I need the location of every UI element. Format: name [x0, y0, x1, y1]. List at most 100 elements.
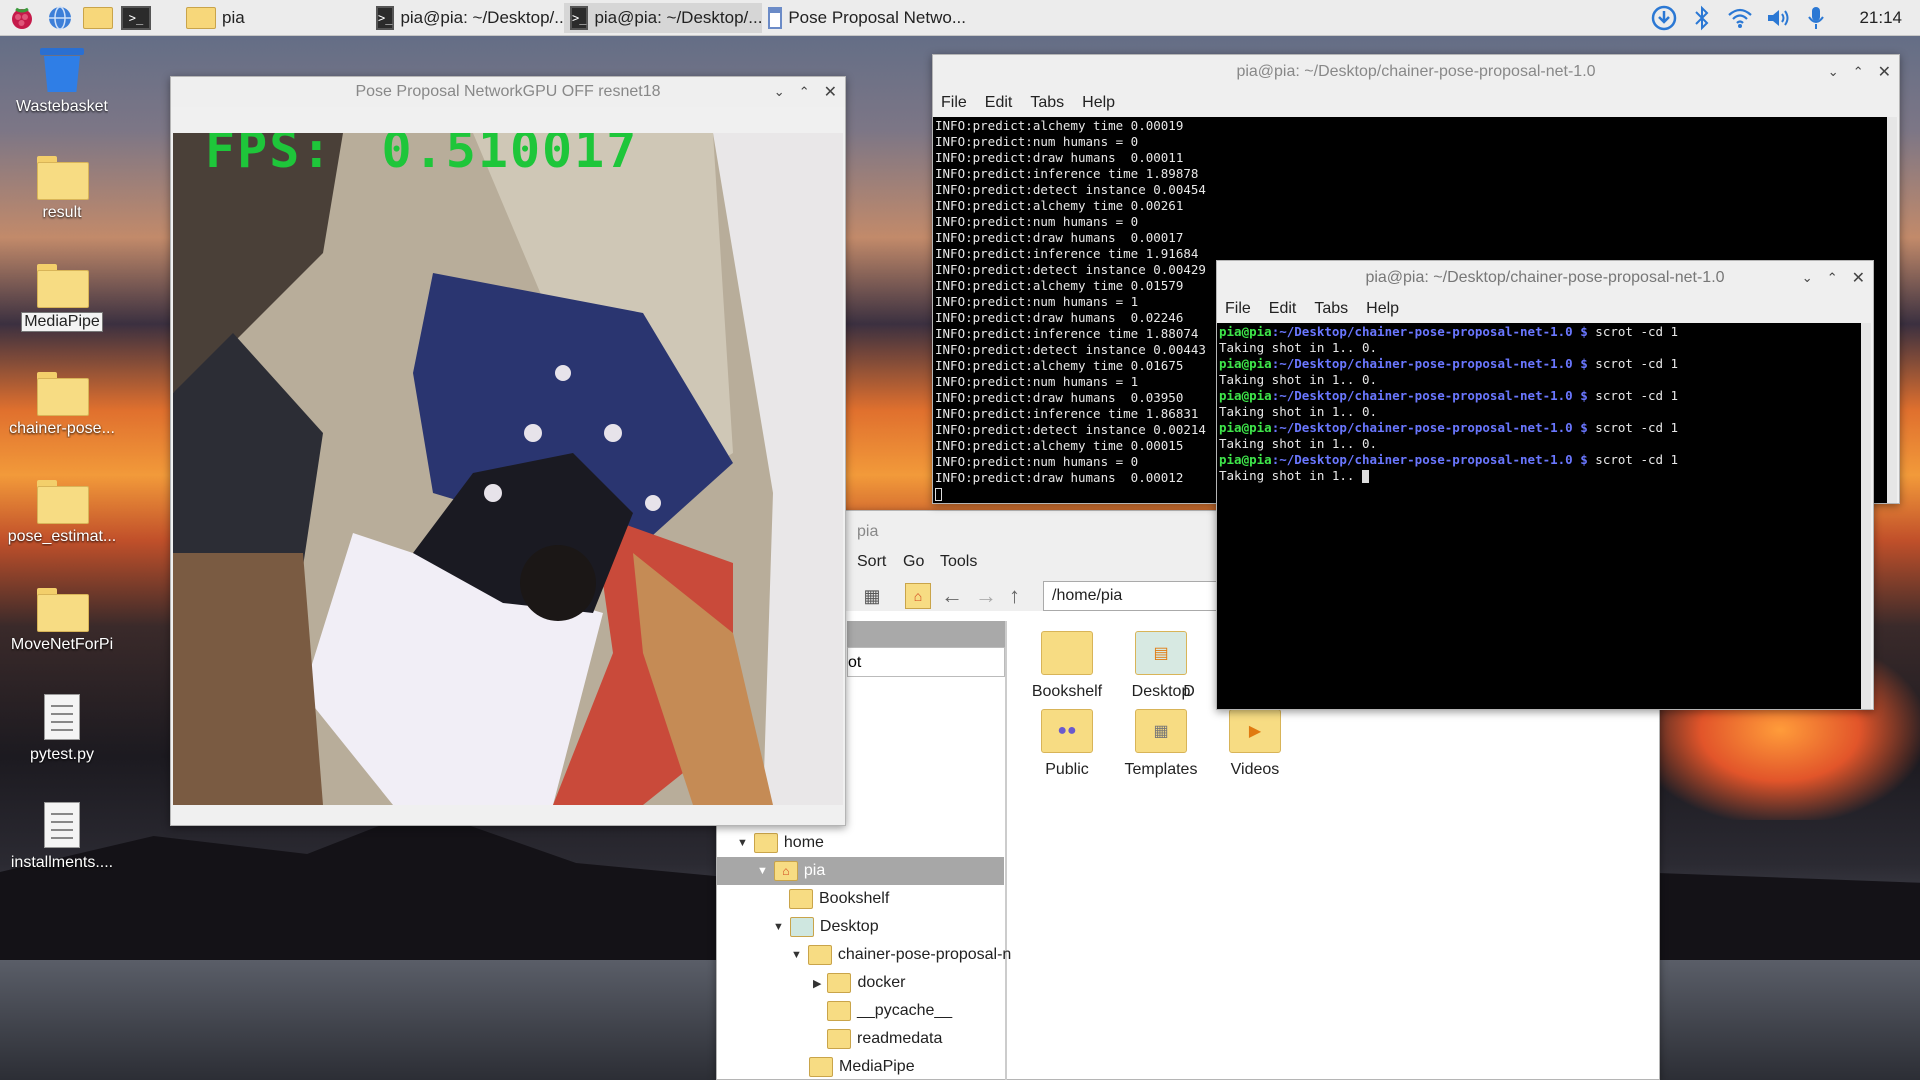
- window-titlebar[interactable]: pia@pia: ~/Desktop/chainer-pose-proposal…: [933, 55, 1899, 89]
- desktop-icon-movenetforpi[interactable]: MoveNetForPi: [0, 588, 127, 654]
- window-titlebar[interactable]: pia@pia: ~/Desktop/chainer-pose-proposal…: [1217, 261, 1873, 295]
- home-icon[interactable]: ⌂: [905, 583, 931, 609]
- maximize-icon[interactable]: ⌃: [799, 84, 810, 100]
- menu-file[interactable]: File: [1225, 300, 1251, 318]
- public-folder-icon: ●●: [1041, 709, 1093, 753]
- chevron-down-icon[interactable]: ▼: [757, 865, 768, 877]
- maximize-icon[interactable]: ⌃: [1853, 64, 1864, 80]
- file-item-partial[interactable]: D: [1169, 631, 1209, 701]
- web-browser-icon[interactable]: [44, 4, 76, 32]
- text-file-icon: [44, 802, 80, 848]
- file-item-templates[interactable]: ▦ Templates: [1113, 709, 1209, 779]
- chevron-down-icon[interactable]: ▼: [791, 949, 802, 961]
- menu-tabs[interactable]: Tabs: [1030, 94, 1064, 112]
- task-file-manager[interactable]: pia: [180, 3, 370, 33]
- minimize-icon[interactable]: ⌄: [1828, 64, 1839, 80]
- terminal-cursor: [1362, 470, 1369, 483]
- chevron-down-icon[interactable]: ▼: [737, 837, 748, 849]
- tree-item-label: home: [783, 834, 824, 851]
- desktop-icon-mediapipe[interactable]: MediaPipe: [0, 264, 127, 332]
- menu-tabs[interactable]: Tabs: [1314, 300, 1348, 318]
- tree-item-docker[interactable]: ▶ docker: [813, 969, 906, 997]
- pane-divider[interactable]: [1005, 621, 1007, 1080]
- tree-item-bookshelf[interactable]: Bookshelf: [789, 885, 889, 913]
- tree-item-readmedata[interactable]: readmedata: [827, 1025, 942, 1053]
- volume-icon[interactable]: [1765, 5, 1791, 31]
- prompt-user: pia@pia: [1219, 420, 1272, 435]
- file-item-label: Templates: [1124, 761, 1198, 778]
- menu-edit[interactable]: Edit: [1269, 300, 1297, 318]
- desktop-icon-pytest[interactable]: pytest.py: [0, 694, 127, 764]
- bluetooth-icon[interactable]: [1689, 5, 1715, 31]
- file-manager-title-fragment: pia: [857, 523, 879, 540]
- tree-item-pia[interactable]: ▼ ⌂ pia: [717, 857, 1004, 885]
- terminal-window-front: pia@pia: ~/Desktop/chainer-pose-proposal…: [1216, 260, 1874, 710]
- folder-icon: [37, 480, 89, 524]
- menu-tools[interactable]: Tools: [940, 553, 977, 571]
- terminal-output-line: Taking shot in 1.. 0.: [1219, 372, 1378, 387]
- task-terminal-2[interactable]: >_ pia@pia: ~/Desktop/...: [564, 2, 762, 33]
- file-item-label: Bookshelf: [1031, 683, 1103, 700]
- minimize-icon[interactable]: ⌄: [1802, 270, 1813, 286]
- scrollbar[interactable]: [1887, 117, 1897, 503]
- list-view-icon[interactable]: ▦: [859, 583, 885, 609]
- close-icon[interactable]: ✕: [824, 82, 837, 102]
- prompt-path: :~/Desktop/chainer-pose-proposal-net-1.0…: [1271, 388, 1588, 403]
- tree-item-label: chainer-pose-proposal-n: [837, 946, 1012, 963]
- scrollbar[interactable]: [1861, 323, 1871, 709]
- update-download-icon[interactable]: [1651, 5, 1677, 31]
- tree-item-pycache[interactable]: __pycache__: [827, 997, 952, 1025]
- menu-help[interactable]: Help: [1082, 94, 1115, 112]
- sidebar-entry[interactable]: ot: [847, 647, 1005, 677]
- close-icon[interactable]: ✕: [1852, 268, 1865, 288]
- tree-item-home[interactable]: ▼ home: [737, 829, 824, 857]
- file-item-bookshelf[interactable]: Bookshelf: [1019, 631, 1115, 701]
- raspberry-menu-icon[interactable]: [6, 4, 38, 32]
- desktop-icon-pose-estimation[interactable]: pose_estimat...: [0, 480, 127, 546]
- wifi-icon[interactable]: [1727, 5, 1753, 31]
- templates-folder-icon: ▦: [1135, 709, 1187, 753]
- maximize-icon[interactable]: ⌃: [1827, 270, 1838, 286]
- desktop-icon-chainer-pose[interactable]: chainer-pose...: [0, 372, 127, 438]
- folder-icon: [753, 833, 778, 853]
- back-arrow-icon[interactable]: ←: [941, 583, 963, 609]
- desktop-icon-result[interactable]: result: [0, 156, 127, 222]
- tree-item-chainer[interactable]: ▼ chainer-pose-proposal-n: [791, 941, 1011, 969]
- up-arrow-icon[interactable]: ↑: [1009, 583, 1020, 609]
- desktop-icon-installments[interactable]: installments....: [0, 802, 127, 872]
- task-terminal-1[interactable]: >_ pia@pia: ~/Desktop/...: [370, 3, 564, 33]
- file-manager-launcher-icon[interactable]: [82, 4, 114, 32]
- window-titlebar[interactable]: Pose Proposal NetworkGPU OFF resnet18 ⌄ …: [171, 77, 845, 107]
- file-item-label: Videos: [1230, 761, 1280, 778]
- forward-arrow-icon[interactable]: →: [975, 583, 997, 609]
- menu-file[interactable]: File: [941, 94, 967, 112]
- desktop-icon-label: MediaPipe: [21, 312, 103, 332]
- tree-item-label: readmedata: [857, 1030, 943, 1047]
- terminal-prompt-line: pia@pia:~/Desktop/chainer-pose-proposal-…: [1219, 420, 1859, 436]
- menu-go[interactable]: Go: [903, 553, 924, 571]
- file-item-public[interactable]: ●● Public: [1019, 709, 1115, 779]
- microphone-icon[interactable]: [1803, 5, 1829, 31]
- file-item-videos[interactable]: ▶ Videos: [1207, 709, 1303, 779]
- clock[interactable]: 21:14: [1859, 8, 1902, 28]
- folder-icon: [37, 372, 89, 416]
- prompt-path: :~/Desktop/chainer-pose-proposal-net-1.0…: [1271, 324, 1588, 339]
- menu-sort[interactable]: Sort: [857, 553, 886, 571]
- menu-edit[interactable]: Edit: [985, 94, 1013, 112]
- minimize-icon[interactable]: ⌄: [774, 84, 785, 100]
- terminal-output[interactable]: pia@pia :~/Desktop/chainer-pose-proposal-…: [1217, 323, 1861, 709]
- terminal-prompt-line: pia@pia:~/Desktop/chainer-pose-proposal-…: [1219, 452, 1859, 468]
- tree-item-desktop[interactable]: ▼ Desktop: [773, 913, 879, 941]
- menu-help[interactable]: Help: [1366, 300, 1399, 318]
- tree-item-mediapipe[interactable]: MediaPipe: [809, 1053, 915, 1080]
- task-pose-window[interactable]: Pose Proposal Netwo...: [762, 3, 972, 33]
- window-title: pia@pia: ~/Desktop/chainer-pose-proposal…: [1236, 63, 1596, 80]
- terminal-launcher-icon[interactable]: >_: [120, 4, 152, 32]
- close-icon[interactable]: ✕: [1878, 62, 1891, 82]
- chevron-right-icon[interactable]: ▶: [813, 977, 821, 990]
- desktop-icon-wastebasket[interactable]: Wastebasket: [0, 48, 127, 116]
- terminal-icon: >_: [376, 5, 395, 30]
- prompt-command: scrot -cd 1: [1587, 420, 1679, 435]
- camera-feed: FPS: 0.510017: [173, 133, 843, 805]
- chevron-down-icon[interactable]: ▼: [773, 921, 784, 933]
